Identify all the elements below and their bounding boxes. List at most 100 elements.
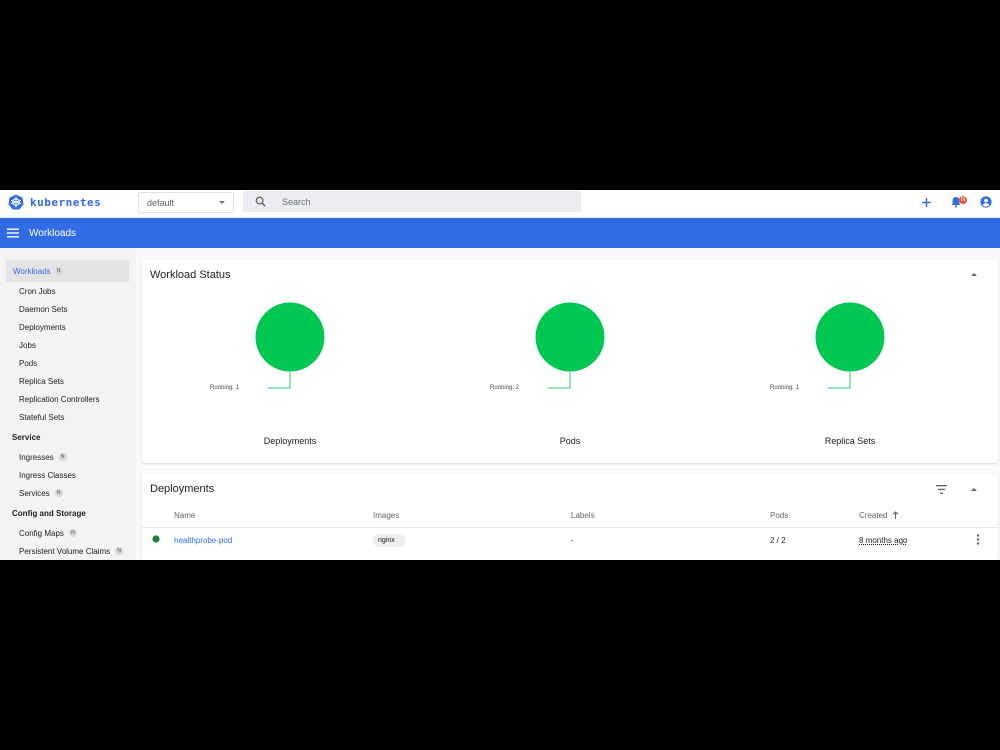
running-slice xyxy=(535,302,605,372)
sidebar-item-services[interactable]: Services N xyxy=(0,484,136,502)
card-title: Deployments xyxy=(150,483,215,495)
create-button[interactable] xyxy=(918,194,934,210)
sidebar-item-label: Cron Jobs xyxy=(19,286,56,296)
namespace-select[interactable]: default xyxy=(138,192,234,213)
images-cell: nginx xyxy=(373,526,571,553)
leader-line xyxy=(548,371,571,389)
chevron-down-icon xyxy=(219,201,225,204)
created-timestamp[interactable]: 8 months ago xyxy=(859,536,907,545)
sidebar-item-label: Persistent Volume Claims xyxy=(19,546,111,556)
sidebar-item-deployments[interactable]: Deployments xyxy=(0,318,136,336)
deployments-card: Deployments Name Images Labels Pods Crea… xyxy=(142,474,998,560)
account-button[interactable] xyxy=(978,194,994,210)
logo[interactable]: kubernetes xyxy=(8,194,101,210)
running-slice xyxy=(255,302,325,372)
replica-sets-chart-label: Replica Sets xyxy=(824,436,876,446)
deployment-name-link[interactable]: healthprobe-pod xyxy=(174,536,232,545)
card-title: Workload Status xyxy=(150,269,231,281)
collapse-button[interactable] xyxy=(967,482,981,496)
deployments-table: Name Images Labels Pods Created healthpr… xyxy=(142,504,998,553)
sidebar-item-label: Deployments xyxy=(19,322,66,332)
sidebar-section-service: Service xyxy=(12,432,41,442)
sidebar-item-ingress-classes[interactable]: Ingress Classes xyxy=(0,466,136,484)
sidebar-item-label: Config Maps xyxy=(19,528,64,538)
status-success-icon xyxy=(152,535,160,543)
namespaced-badge: N xyxy=(58,453,67,461)
leader-line xyxy=(268,371,291,389)
notification-badge: N xyxy=(959,196,967,204)
pods-pie xyxy=(535,302,605,389)
namespaced-badge: N xyxy=(68,529,77,537)
status-column-header xyxy=(142,504,174,527)
images-column-header: Images xyxy=(373,510,400,520)
running-slice xyxy=(815,302,885,372)
replica-sets-pie xyxy=(815,302,885,389)
actions-column-header xyxy=(976,504,998,527)
notifications-button[interactable]: N xyxy=(948,194,967,210)
top-actions: N xyxy=(918,194,994,210)
pods-chart-label: Pods xyxy=(559,436,581,446)
sidebar-item-pods[interactable]: Pods xyxy=(0,354,136,372)
leader-line xyxy=(828,371,851,389)
image-chip: nginx xyxy=(373,533,406,547)
running-label: Running: 2 xyxy=(490,385,520,391)
name-cell: healthprobe-pod xyxy=(174,526,373,553)
name-column-header[interactable]: Name xyxy=(174,504,373,527)
sidebar-item-replica-sets[interactable]: Replica Sets xyxy=(0,372,136,390)
sidebar-item-persistent-volume-claims[interactable]: Persistent Volume Claims N xyxy=(0,542,136,560)
brand-name: kubernetes xyxy=(30,195,102,209)
status-cell xyxy=(142,526,174,553)
search-icon xyxy=(255,196,266,207)
sidebar-item-cron-jobs[interactable]: Cron Jobs xyxy=(0,282,136,300)
created-column-label: Created xyxy=(859,510,888,520)
deployments-status-chart: Running: 1 xyxy=(210,302,370,442)
deployments-pie xyxy=(255,302,325,389)
sidebar-item-label: Replication Controllers xyxy=(19,394,100,404)
sidebar-item-label: Replica Sets xyxy=(19,376,64,386)
sidebar-item-label: Ingress Classes xyxy=(19,470,76,480)
sidebar-item-workloads[interactable]: Workloads N xyxy=(6,260,129,282)
sidebar-section-config-storage: Config and Storage xyxy=(12,508,86,518)
namespaced-badge: N xyxy=(54,489,63,497)
workload-status-card: Workload Status Running: 1 Deployments R… xyxy=(142,260,998,463)
arrow-up-icon xyxy=(892,510,899,519)
sidebar: Workloads N Cron Jobs Daemon Sets Deploy… xyxy=(0,248,136,560)
sidebar-item-jobs[interactable]: Jobs xyxy=(0,336,136,354)
labels-cell: - xyxy=(571,526,770,553)
filter-button[interactable] xyxy=(934,482,948,496)
pods-column-header: Pods xyxy=(770,510,789,520)
sidebar-item-daemon-sets[interactable]: Daemon Sets xyxy=(0,300,136,318)
page-title: Workloads xyxy=(29,227,77,239)
more-vert-icon[interactable] xyxy=(976,534,980,545)
collapse-button[interactable] xyxy=(967,267,981,281)
actions-cell xyxy=(976,526,998,553)
search-input[interactable] xyxy=(282,196,562,207)
pods-status-chart: Running: 2 xyxy=(490,302,650,442)
sidebar-item-label: Workloads xyxy=(13,266,51,276)
namespace-value: default xyxy=(147,197,175,208)
running-label: Running: 1 xyxy=(770,385,800,391)
namespaced-badge: N xyxy=(54,267,63,275)
table-header-row: Name Images Labels Pods Created xyxy=(142,504,998,527)
table-row: healthprobe-pod nginx - 2 / 2 8 months a… xyxy=(142,526,998,553)
sidebar-item-replication-controllers[interactable]: Replication Controllers xyxy=(0,390,136,408)
labels-column-header: Labels xyxy=(571,510,595,520)
sidebar-item-label: Daemon Sets xyxy=(19,304,68,314)
sidebar-item-label: Pods xyxy=(19,358,38,368)
sidebar-item-label: Stateful Sets xyxy=(19,412,65,422)
sidebar-item-ingresses[interactable]: Ingresses N xyxy=(0,448,136,466)
sidebar-item-stateful-sets[interactable]: Stateful Sets xyxy=(0,408,136,426)
pods-cell: 2 / 2 xyxy=(770,526,859,553)
plus-icon xyxy=(921,197,931,207)
app-bar: Workloads xyxy=(0,218,1000,248)
created-column-header[interactable]: Created xyxy=(859,504,976,527)
kubernetes-dashboard: kubernetes default Search N Workloads Wo… xyxy=(0,190,1000,560)
kubernetes-logo-icon xyxy=(8,194,24,210)
search-bar[interactable] xyxy=(243,191,581,212)
filter-icon xyxy=(935,484,947,494)
deployments-chart-label: Deployments xyxy=(263,436,317,446)
created-cell: 8 months ago xyxy=(859,526,976,553)
sidebar-item-label: Ingresses xyxy=(19,452,54,462)
menu-icon[interactable] xyxy=(7,228,19,238)
sidebar-item-config-maps[interactable]: Config Maps N xyxy=(0,524,136,542)
